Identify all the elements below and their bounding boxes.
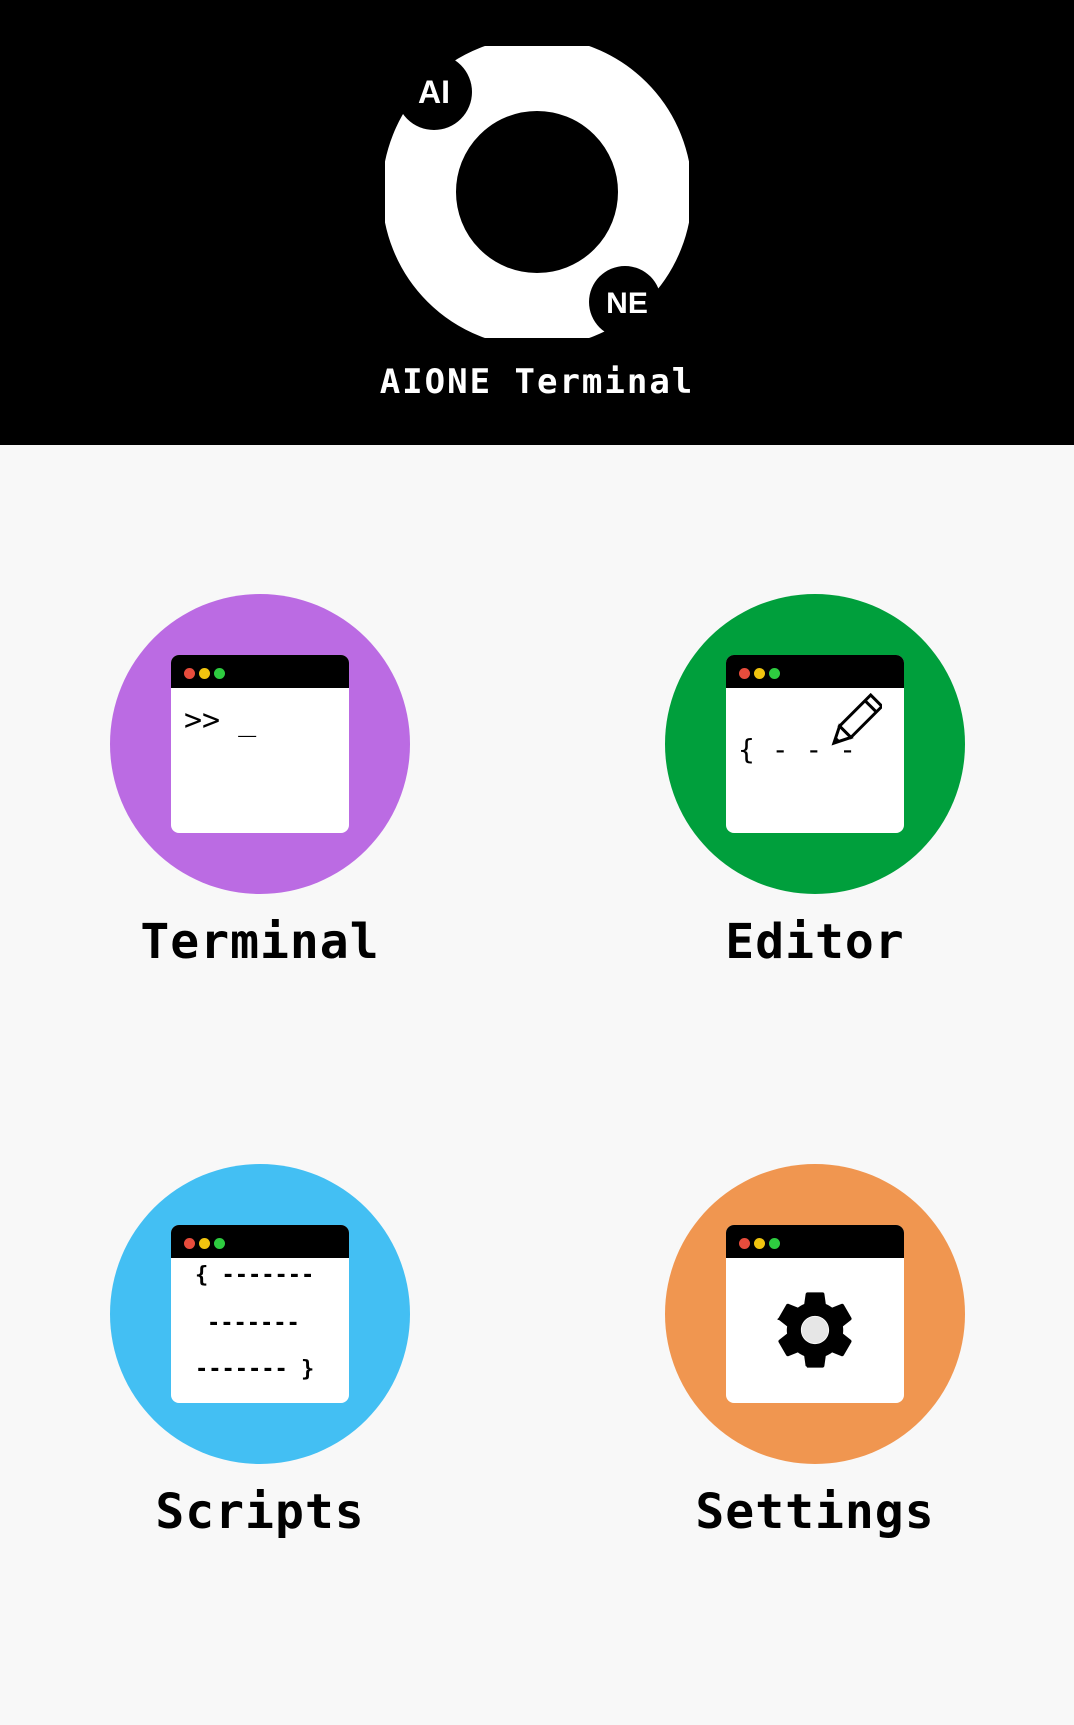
app-title: AIONE Terminal [379,362,695,402]
settings-tile[interactable]: Settings [605,1164,1025,1624]
scripts-code-line-1: { ------- [195,1263,315,1288]
maximize-dot-icon [214,668,225,679]
scripts-window-icon: { ------- ------- ------- } [171,1225,349,1403]
settings-label[interactable]: Settings [605,1484,1025,1540]
settings-tile-circle[interactable] [665,1164,965,1464]
logo-badge-bottom: NE [606,287,648,320]
window-title-bar [171,1225,349,1258]
close-dot-icon [739,1238,750,1249]
scripts-code-line-2: ------- [207,1311,300,1336]
terminal-tile[interactable]: >> _ Terminal [50,594,470,1054]
terminal-prompt: >> _ [184,703,257,738]
maximize-dot-icon [769,1238,780,1249]
editor-tile-circle[interactable]: { - - - [665,594,965,894]
scripts-tile-circle[interactable]: { ------- ------- ------- } [110,1164,410,1464]
scripts-code-line-3: ------- } [195,1357,315,1382]
maximize-dot-icon [769,668,780,679]
pencil-icon [831,693,882,746]
window-title-bar [171,655,349,688]
window-title-bar [726,655,904,688]
editor-tile[interactable]: { - - - Editor [605,594,1025,1054]
minimize-dot-icon [199,668,210,679]
minimize-dot-icon [199,1238,210,1249]
aione-logo-icon: AI NE [385,46,689,338]
editor-window-icon: { - - - [726,655,904,833]
maximize-dot-icon [214,1238,225,1249]
gear-icon [777,1292,852,1368]
scripts-tile[interactable]: { ------- ------- ------- } Scripts [50,1164,470,1624]
terminal-window-icon: >> _ [171,655,349,833]
window-title-bar [726,1225,904,1258]
terminal-tile-circle[interactable]: >> _ [110,594,410,894]
close-dot-icon [184,668,195,679]
terminal-label[interactable]: Terminal [50,914,470,970]
scripts-label[interactable]: Scripts [50,1484,470,1540]
editor-label[interactable]: Editor [605,914,1025,970]
minimize-dot-icon [754,1238,765,1249]
app-header: AI NE AIONE Terminal [0,0,1074,445]
close-dot-icon [184,1238,195,1249]
logo-badge-top: AI [418,74,450,110]
minimize-dot-icon [754,668,765,679]
settings-window-icon [726,1225,904,1403]
close-dot-icon [739,668,750,679]
